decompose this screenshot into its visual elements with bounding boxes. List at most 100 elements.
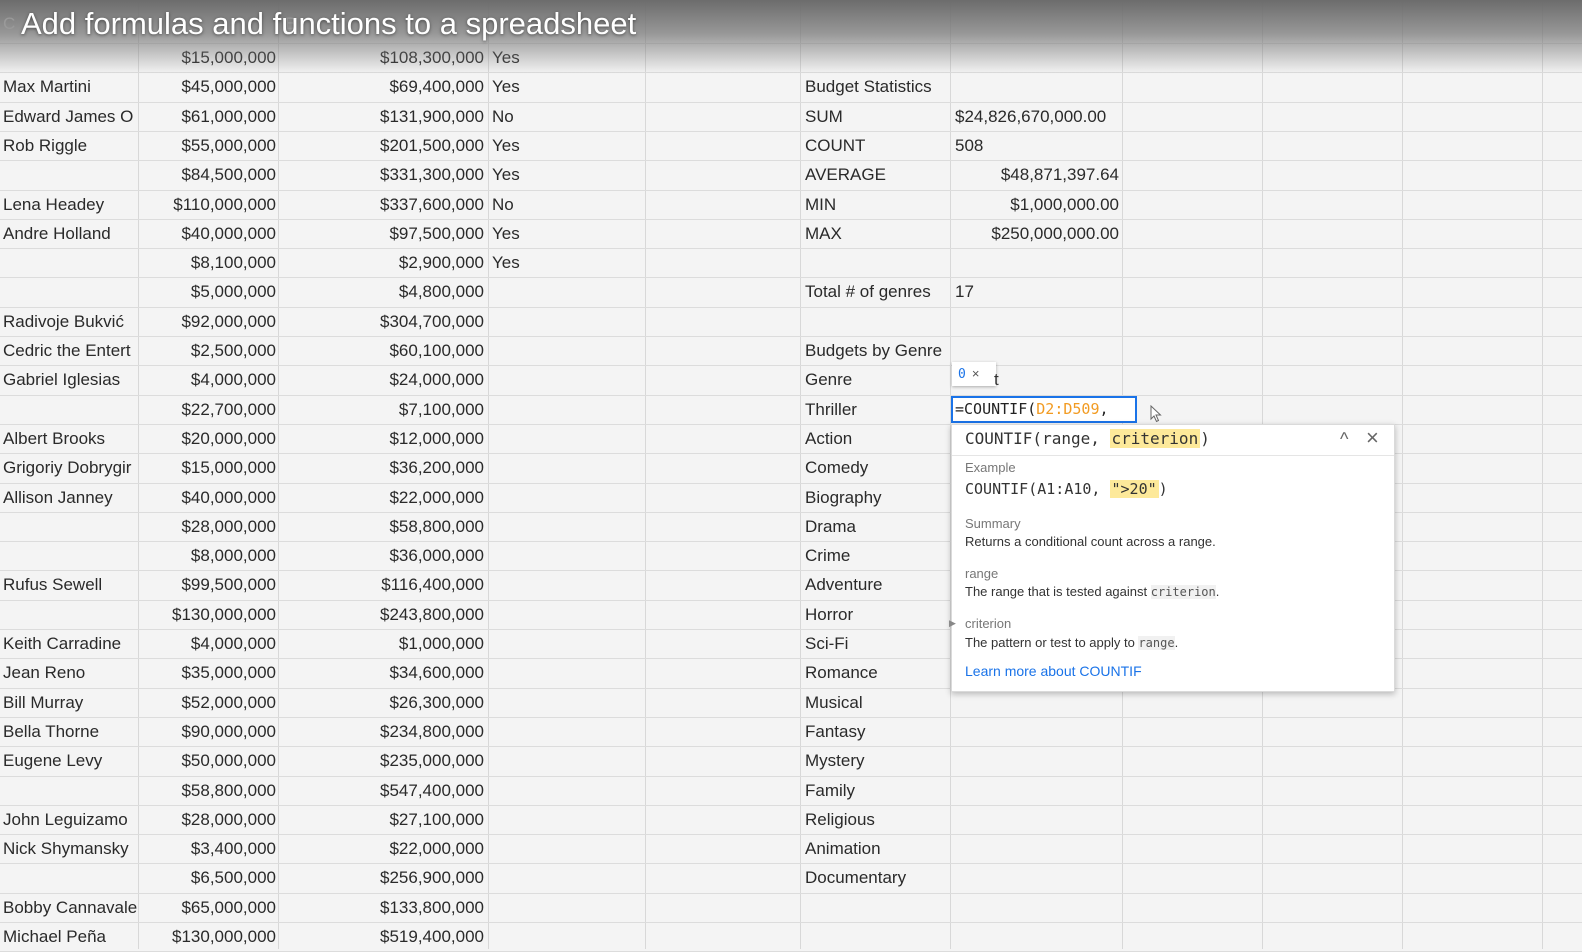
- cast-name-cell[interactable]: [3, 512, 137, 541]
- stats-label-cell[interactable]: AVERAGE: [805, 160, 953, 189]
- stats-value-cell[interactable]: [955, 834, 1119, 863]
- stats-label-cell[interactable]: MAX: [805, 219, 953, 248]
- active-formula-cell[interactable]: =COUNTIF(D2:D509,: [951, 396, 1137, 423]
- stats-value-cell[interactable]: $24,826,670,000.00: [955, 102, 1119, 131]
- gross-cell[interactable]: $22,000,000: [282, 834, 484, 863]
- gross-cell[interactable]: $201,500,000: [282, 131, 484, 160]
- flag-cell[interactable]: [492, 776, 552, 805]
- budget-cell[interactable]: $5,000,000: [140, 277, 276, 306]
- gross-cell[interactable]: $519,400,000: [282, 922, 484, 951]
- cast-name-cell[interactable]: Lena Headey: [3, 190, 137, 219]
- stats-value-cell[interactable]: [955, 922, 1119, 951]
- budget-cell[interactable]: $58,800,000: [140, 776, 276, 805]
- flag-cell[interactable]: [492, 307, 552, 336]
- gross-cell[interactable]: $234,800,000: [282, 717, 484, 746]
- budget-cell[interactable]: $130,000,000: [140, 600, 276, 629]
- stats-value-cell[interactable]: [955, 336, 1119, 365]
- flag-cell[interactable]: [492, 336, 552, 365]
- flag-cell[interactable]: [492, 688, 552, 717]
- stats-label-cell[interactable]: [805, 248, 953, 277]
- stats-label-cell[interactable]: Sci-Fi: [805, 629, 953, 658]
- cast-name-cell[interactable]: [3, 776, 137, 805]
- stats-value-cell[interactable]: 17: [955, 277, 1119, 306]
- flag-cell[interactable]: Yes: [492, 248, 552, 277]
- gross-cell[interactable]: $12,000,000: [282, 424, 484, 453]
- stats-label-cell[interactable]: Documentary: [805, 863, 953, 892]
- cast-name-cell[interactable]: Eugene Levy: [3, 746, 137, 775]
- flag-cell[interactable]: Yes: [492, 219, 552, 248]
- flag-cell[interactable]: [492, 570, 552, 599]
- gross-cell[interactable]: $2,900,000: [282, 248, 484, 277]
- stats-label-cell[interactable]: Budgets by Genre: [805, 336, 953, 365]
- stats-label-cell[interactable]: Action: [805, 424, 953, 453]
- stats-value-cell[interactable]: [955, 776, 1119, 805]
- cast-name-cell[interactable]: Gabriel Iglesias: [3, 365, 137, 394]
- cast-name-cell[interactable]: Nick Shymansky: [3, 834, 137, 863]
- flag-cell[interactable]: [492, 922, 552, 951]
- cast-name-cell[interactable]: Grigoriy Dobrygir: [3, 453, 137, 482]
- stats-value-cell[interactable]: $250,000,000.00: [955, 219, 1119, 248]
- flag-cell[interactable]: Yes: [492, 72, 552, 101]
- gross-cell[interactable]: $26,300,000: [282, 688, 484, 717]
- gross-cell[interactable]: $1,000,000: [282, 629, 484, 658]
- budget-cell[interactable]: $90,000,000: [140, 717, 276, 746]
- stats-label-cell[interactable]: Fantasy: [805, 717, 953, 746]
- stats-label-cell[interactable]: Adventure: [805, 570, 953, 599]
- cast-name-cell[interactable]: Keith Carradine: [3, 629, 137, 658]
- gross-cell[interactable]: $304,700,000: [282, 307, 484, 336]
- cast-name-cell[interactable]: [3, 277, 137, 306]
- stats-label-cell[interactable]: Religious: [805, 805, 953, 834]
- budget-cell[interactable]: $4,000,000: [140, 629, 276, 658]
- stats-label-cell[interactable]: Crime: [805, 541, 953, 570]
- gross-cell[interactable]: $58,800,000: [282, 512, 484, 541]
- flag-cell[interactable]: [492, 512, 552, 541]
- budget-cell[interactable]: $84,500,000: [140, 160, 276, 189]
- cast-name-cell[interactable]: John Leguizamo: [3, 805, 137, 834]
- cast-name-cell[interactable]: Albert Brooks: [3, 424, 137, 453]
- stats-value-cell[interactable]: [955, 307, 1119, 336]
- cast-name-cell[interactable]: Bobby Cannavale: [3, 893, 137, 922]
- flag-cell[interactable]: No: [492, 190, 552, 219]
- cast-name-cell[interactable]: Radivoje Bukvić: [3, 307, 137, 336]
- stats-value-cell[interactable]: [955, 893, 1119, 922]
- flag-cell[interactable]: [492, 424, 552, 453]
- flag-cell[interactable]: [492, 483, 552, 512]
- stats-label-cell[interactable]: [805, 307, 953, 336]
- cast-name-cell[interactable]: Allison Janney: [3, 483, 137, 512]
- flag-cell[interactable]: [492, 834, 552, 863]
- stats-value-cell[interactable]: [955, 863, 1119, 892]
- gross-cell[interactable]: $547,400,000: [282, 776, 484, 805]
- budget-cell[interactable]: $28,000,000: [140, 512, 276, 541]
- stats-value-cell[interactable]: [955, 746, 1119, 775]
- stats-label-cell[interactable]: Horror: [805, 600, 953, 629]
- close-icon[interactable]: ×: [1366, 425, 1379, 451]
- cast-name-cell[interactable]: [3, 600, 137, 629]
- cast-name-cell[interactable]: [3, 395, 137, 424]
- gross-cell[interactable]: $27,100,000: [282, 805, 484, 834]
- budget-cell[interactable]: $40,000,000: [140, 219, 276, 248]
- cast-name-cell[interactable]: Rufus Sewell: [3, 570, 137, 599]
- cast-name-cell[interactable]: Michael Peña: [3, 922, 137, 951]
- budget-cell[interactable]: $2,500,000: [140, 336, 276, 365]
- gross-cell[interactable]: $60,100,000: [282, 336, 484, 365]
- budget-cell[interactable]: $40,000,000: [140, 483, 276, 512]
- budget-cell[interactable]: $15,000,000: [140, 453, 276, 482]
- collapse-chevron-icon[interactable]: ^: [1340, 429, 1348, 450]
- gross-cell[interactable]: $116,400,000: [282, 570, 484, 599]
- cast-name-cell[interactable]: Bella Thorne: [3, 717, 137, 746]
- budget-cell[interactable]: $92,000,000: [140, 307, 276, 336]
- stats-label-cell[interactable]: Family: [805, 776, 953, 805]
- cast-name-cell[interactable]: [3, 541, 137, 570]
- stats-label-cell[interactable]: Romance: [805, 658, 953, 687]
- flag-cell[interactable]: [492, 746, 552, 775]
- cast-name-cell[interactable]: Andre Holland: [3, 219, 137, 248]
- budget-cell[interactable]: $3,400,000: [140, 834, 276, 863]
- stats-value-cell[interactable]: [955, 248, 1119, 277]
- gross-cell[interactable]: $69,400,000: [282, 72, 484, 101]
- stats-label-cell[interactable]: Budget Statistics: [805, 72, 953, 101]
- flag-cell[interactable]: [492, 717, 552, 746]
- stats-label-cell[interactable]: MIN: [805, 190, 953, 219]
- gross-cell[interactable]: $256,900,000: [282, 863, 484, 892]
- chip-close-icon[interactable]: ×: [972, 366, 980, 381]
- gross-cell[interactable]: $36,000,000: [282, 541, 484, 570]
